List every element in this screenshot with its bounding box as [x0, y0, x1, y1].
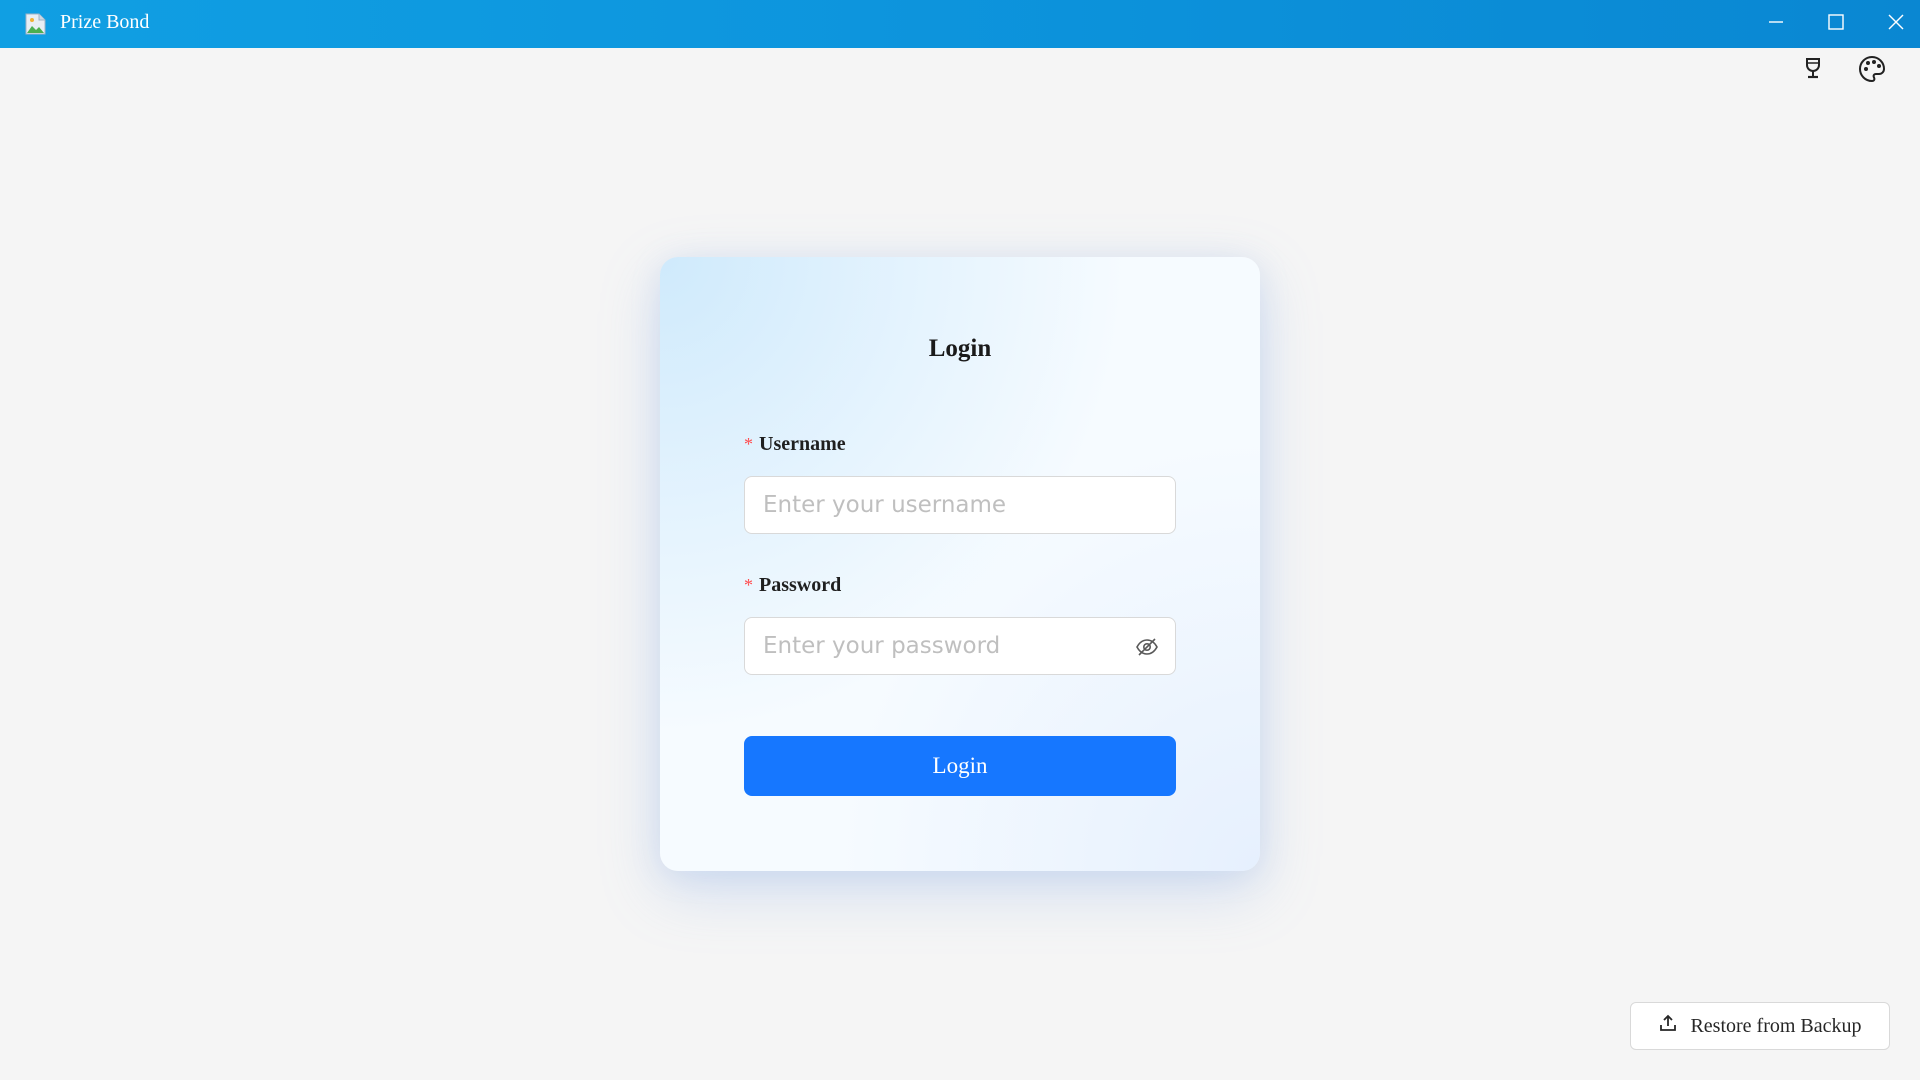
theme-button[interactable] — [1857, 55, 1887, 88]
app-title: Prize Bond — [60, 11, 150, 33]
maximize-icon — [1828, 13, 1844, 35]
password-label-text: Password — [759, 574, 842, 596]
minimize-icon — [1768, 14, 1784, 35]
restore-backup-button[interactable]: Restore from Backup — [1630, 1002, 1890, 1050]
username-field[interactable] — [744, 476, 1176, 534]
maximize-button[interactable] — [1806, 0, 1866, 48]
upload-icon — [1658, 1013, 1678, 1039]
password-label: * Password — [744, 574, 841, 597]
login-card: Login * Username * Password Login — [660, 257, 1260, 871]
eye-invisible-icon[interactable] — [1135, 635, 1159, 659]
broken-image-icon — [24, 13, 47, 36]
restore-backup-label: Restore from Backup — [1690, 1014, 1862, 1037]
password-field[interactable] — [744, 617, 1176, 675]
required-mark: * — [744, 434, 753, 454]
trophy-button[interactable] — [1798, 56, 1828, 86]
password-input[interactable] — [745, 618, 1175, 674]
close-icon — [1888, 14, 1904, 35]
username-label: * Username — [744, 433, 846, 456]
minimize-button[interactable] — [1746, 0, 1806, 48]
username-input[interactable] — [745, 477, 1175, 533]
username-label-text: Username — [759, 433, 846, 455]
trophy-icon — [1802, 57, 1824, 86]
window-titlebar: Prize Bond — [0, 0, 1920, 48]
palette-icon — [1858, 55, 1886, 88]
login-button[interactable]: Login — [744, 736, 1176, 796]
close-button[interactable] — [1866, 0, 1920, 48]
required-mark: * — [744, 575, 753, 595]
login-title: Login — [928, 335, 992, 362]
